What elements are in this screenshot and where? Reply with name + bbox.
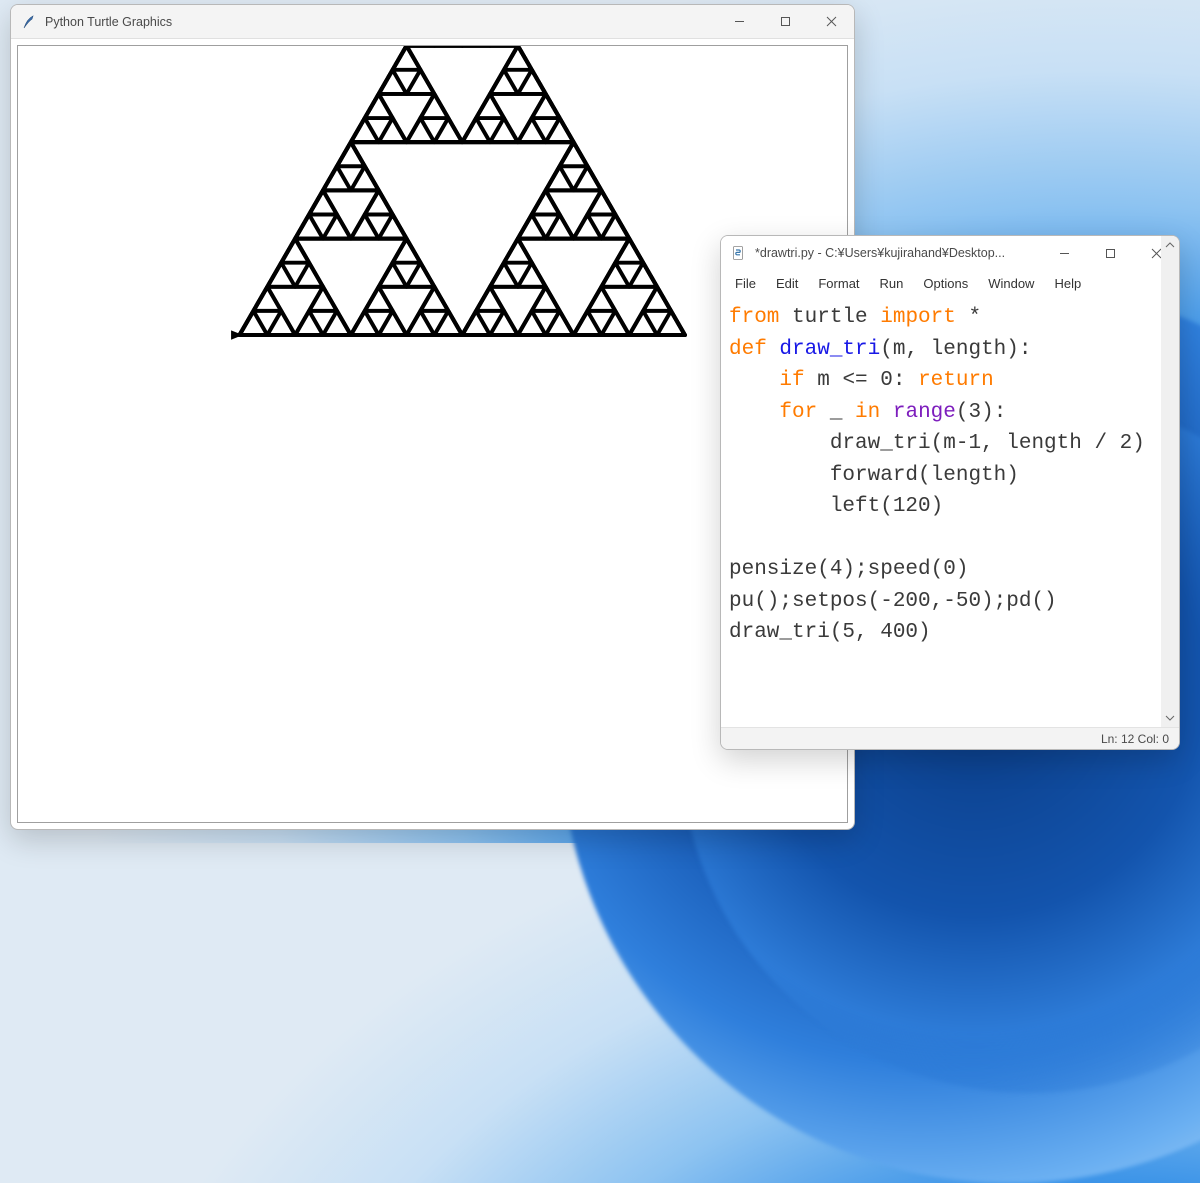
- maximize-button[interactable]: [762, 5, 808, 38]
- turtle-titlebar[interactable]: Python Turtle Graphics: [11, 5, 854, 39]
- code-editor[interactable]: from turtle import *def draw_tri(m, leng…: [721, 298, 1179, 725]
- python-feather-icon: [21, 14, 37, 30]
- code-line: for _ in range(3):: [729, 397, 1171, 429]
- menu-item-format[interactable]: Format: [808, 272, 869, 295]
- turtle-title: Python Turtle Graphics: [45, 15, 716, 29]
- code-line: pensize(4);speed(0): [729, 554, 1171, 586]
- code-line: def draw_tri(m, length):: [729, 334, 1171, 366]
- idle-statusbar: Ln: 12 Col: 0: [721, 727, 1179, 749]
- code-line: if m <= 0: return: [729, 365, 1171, 397]
- menu-item-file[interactable]: File: [725, 272, 766, 295]
- window-controls: [716, 5, 854, 38]
- scroll-down-button[interactable]: [1161, 709, 1179, 727]
- window-controls: [1041, 236, 1179, 270]
- code-line: forward(length): [729, 460, 1171, 492]
- code-line: draw_tri(5, 400): [729, 617, 1171, 649]
- close-icon: [1151, 248, 1162, 259]
- chevron-up-icon: [1165, 240, 1175, 250]
- maximize-icon: [780, 16, 791, 27]
- close-button[interactable]: [808, 5, 854, 38]
- minimize-icon: [734, 16, 745, 27]
- minimize-icon: [1059, 248, 1070, 259]
- code-line: [729, 523, 1171, 555]
- close-icon: [826, 16, 837, 27]
- code-line: from turtle import *: [729, 302, 1171, 334]
- code-line: pu();setpos(-200,-50);pd(): [729, 586, 1171, 618]
- menu-item-help[interactable]: Help: [1044, 272, 1091, 295]
- maximize-icon: [1105, 248, 1116, 259]
- idle-window: *drawtri.py - C:¥Users¥kujirahand¥Deskto…: [720, 235, 1180, 750]
- idle-titlebar[interactable]: *drawtri.py - C:¥Users¥kujirahand¥Deskto…: [721, 236, 1179, 270]
- scroll-up-button[interactable]: [1161, 236, 1179, 254]
- idle-title: *drawtri.py - C:¥Users¥kujirahand¥Deskto…: [755, 246, 1041, 260]
- chevron-down-icon: [1165, 713, 1175, 723]
- minimize-button[interactable]: [1041, 236, 1087, 270]
- menu-item-edit[interactable]: Edit: [766, 272, 808, 295]
- code-line: left(120): [729, 491, 1171, 523]
- maximize-button[interactable]: [1087, 236, 1133, 270]
- minimize-button[interactable]: [716, 5, 762, 38]
- menu-item-options[interactable]: Options: [913, 272, 978, 295]
- menu-item-window[interactable]: Window: [978, 272, 1044, 295]
- python-file-icon: [731, 245, 747, 261]
- menu-item-run[interactable]: Run: [870, 272, 914, 295]
- code-line: draw_tri(m-1, length / 2): [729, 428, 1171, 460]
- scrollbar-vertical[interactable]: [1161, 236, 1179, 727]
- idle-menubar: FileEditFormatRunOptionsWindowHelp: [721, 270, 1179, 298]
- cursor-position: Ln: 12 Col: 0: [1101, 732, 1169, 746]
